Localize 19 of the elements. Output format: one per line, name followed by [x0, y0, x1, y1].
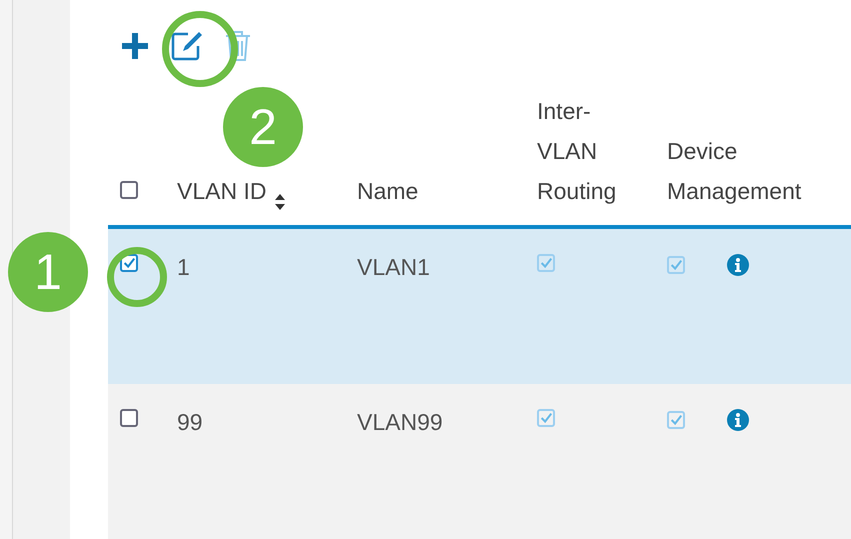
add-button[interactable] — [120, 30, 150, 60]
edit-button[interactable] — [170, 30, 204, 62]
step-badge: 2 — [223, 87, 303, 167]
column-header[interactable]: Name — [345, 171, 418, 211]
highlight-ring — [107, 247, 167, 307]
vlan-id-cell: 1 — [177, 254, 190, 280]
column-header[interactable]: VLAN ID — [165, 171, 286, 211]
vlan-name-cell: VLAN1 — [357, 254, 430, 280]
sort-icon[interactable] — [274, 193, 286, 211]
table-row[interactable]: 99 VLAN99 — [108, 384, 851, 539]
column-header[interactable]: Inter-VLAN Routing — [525, 91, 642, 211]
table-row[interactable]: 1 VLAN1 — [108, 229, 851, 384]
info-icon[interactable] — [727, 254, 749, 276]
select-all-checkbox[interactable] — [120, 181, 138, 199]
column-header[interactable]: Device Management — [655, 131, 847, 211]
info-icon[interactable] — [727, 409, 749, 431]
vlan-id-cell: 99 — [177, 409, 203, 435]
row-checkbox[interactable] — [120, 409, 138, 427]
vlan-name-cell: VLAN99 — [357, 409, 443, 435]
